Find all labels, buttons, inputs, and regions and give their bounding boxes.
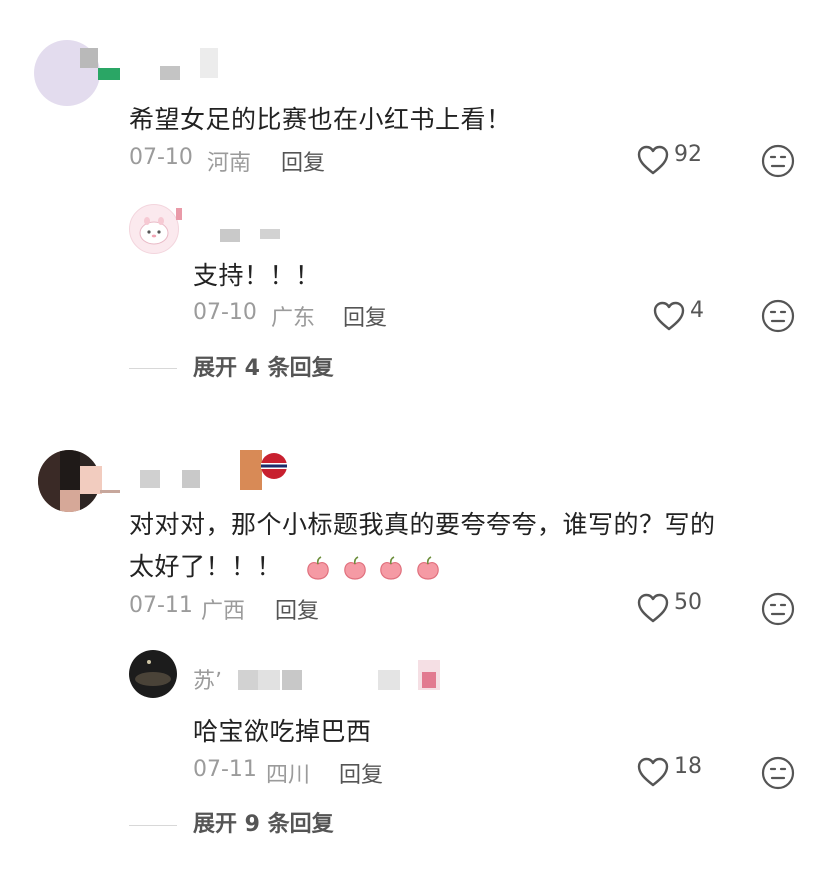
reply-button[interactable]: 回复 [343, 300, 387, 332]
cartoon-avatar-icon [139, 217, 169, 245]
like-button[interactable]: 4 [652, 297, 704, 332]
reply-location: 四川 [266, 763, 311, 788]
username-mosaic [80, 48, 98, 68]
comment-location: 广西 [201, 599, 246, 624]
like-button[interactable]: 50 [636, 589, 702, 624]
comment-text-line-2-words: 太好了！！！ [129, 552, 283, 581]
like-count: 92 [674, 141, 702, 167]
emoji-face-icon[interactable] [761, 592, 795, 626]
username-mosaic [282, 670, 302, 690]
peach-emoji-row [304, 552, 441, 581]
username-mosaic [176, 208, 182, 220]
username-mosaic [80, 466, 102, 494]
reply-button[interactable]: 回复 [275, 593, 319, 625]
like-count: 50 [674, 589, 702, 615]
comment-text: 希望女足的比赛也在小红书上看！ [129, 105, 512, 134]
username-mosaic [140, 470, 160, 488]
comment-text-line-1: 对对对，那个小标题我真的要夸夸夸，谁写的？写的 [129, 510, 716, 539]
username-mosaic [100, 490, 120, 493]
like-count: 4 [690, 297, 704, 323]
username-mosaic [200, 48, 218, 78]
comment-location: 河南 [207, 151, 252, 176]
comment-text-line-2: 太好了！！！ [129, 547, 442, 583]
peach-emoji-icon [417, 556, 439, 580]
reply-username[interactable]: 苏ʼ [193, 663, 222, 695]
username-mosaic [98, 68, 120, 80]
comment-date: 07-10 [129, 145, 193, 170]
peach-emoji-icon [344, 556, 366, 580]
divider [129, 368, 177, 369]
heart-outline-icon [637, 593, 669, 623]
avatar[interactable] [129, 204, 179, 254]
reply-button[interactable]: 回复 [339, 757, 383, 789]
reply-date: 07-11 [193, 757, 257, 782]
username-mosaic [160, 66, 180, 80]
like-button[interactable]: 18 [636, 753, 702, 788]
reply-date: 07-10 [193, 300, 257, 325]
peach-emoji-icon [380, 556, 403, 580]
avatar[interactable] [129, 650, 177, 698]
expand-replies-button[interactable]: 展开 9 条回复 [193, 806, 334, 838]
reply-text: 支持！！！ [193, 261, 321, 290]
username-mosaic [238, 670, 258, 690]
emoji-face-icon[interactable] [761, 299, 795, 333]
username-mosaic [378, 670, 400, 690]
like-count: 18 [674, 753, 702, 779]
peach-emoji-icon [307, 556, 330, 580]
expand-replies-button[interactable]: 展开 4 条回复 [193, 350, 334, 382]
username-mosaic [182, 470, 200, 488]
username-mosaic [422, 672, 436, 688]
flag-badge-icon [261, 453, 287, 479]
emoji-face-icon[interactable] [761, 144, 795, 178]
divider [129, 825, 177, 826]
reply-button[interactable]: 回复 [281, 145, 325, 177]
heart-outline-icon [637, 757, 669, 787]
username-mosaic [240, 450, 262, 490]
like-button[interactable]: 92 [636, 141, 702, 176]
username-mosaic [220, 229, 240, 242]
comment-date: 07-11 [129, 593, 193, 618]
heart-outline-icon [637, 145, 669, 175]
heart-outline-icon [653, 301, 685, 331]
reply-text: 哈宝欲吃掉巴西 [193, 717, 372, 746]
username-mosaic [260, 229, 280, 239]
username-mosaic [258, 670, 280, 690]
reply-location: 广东 [271, 306, 316, 331]
emoji-face-icon[interactable] [761, 756, 795, 790]
